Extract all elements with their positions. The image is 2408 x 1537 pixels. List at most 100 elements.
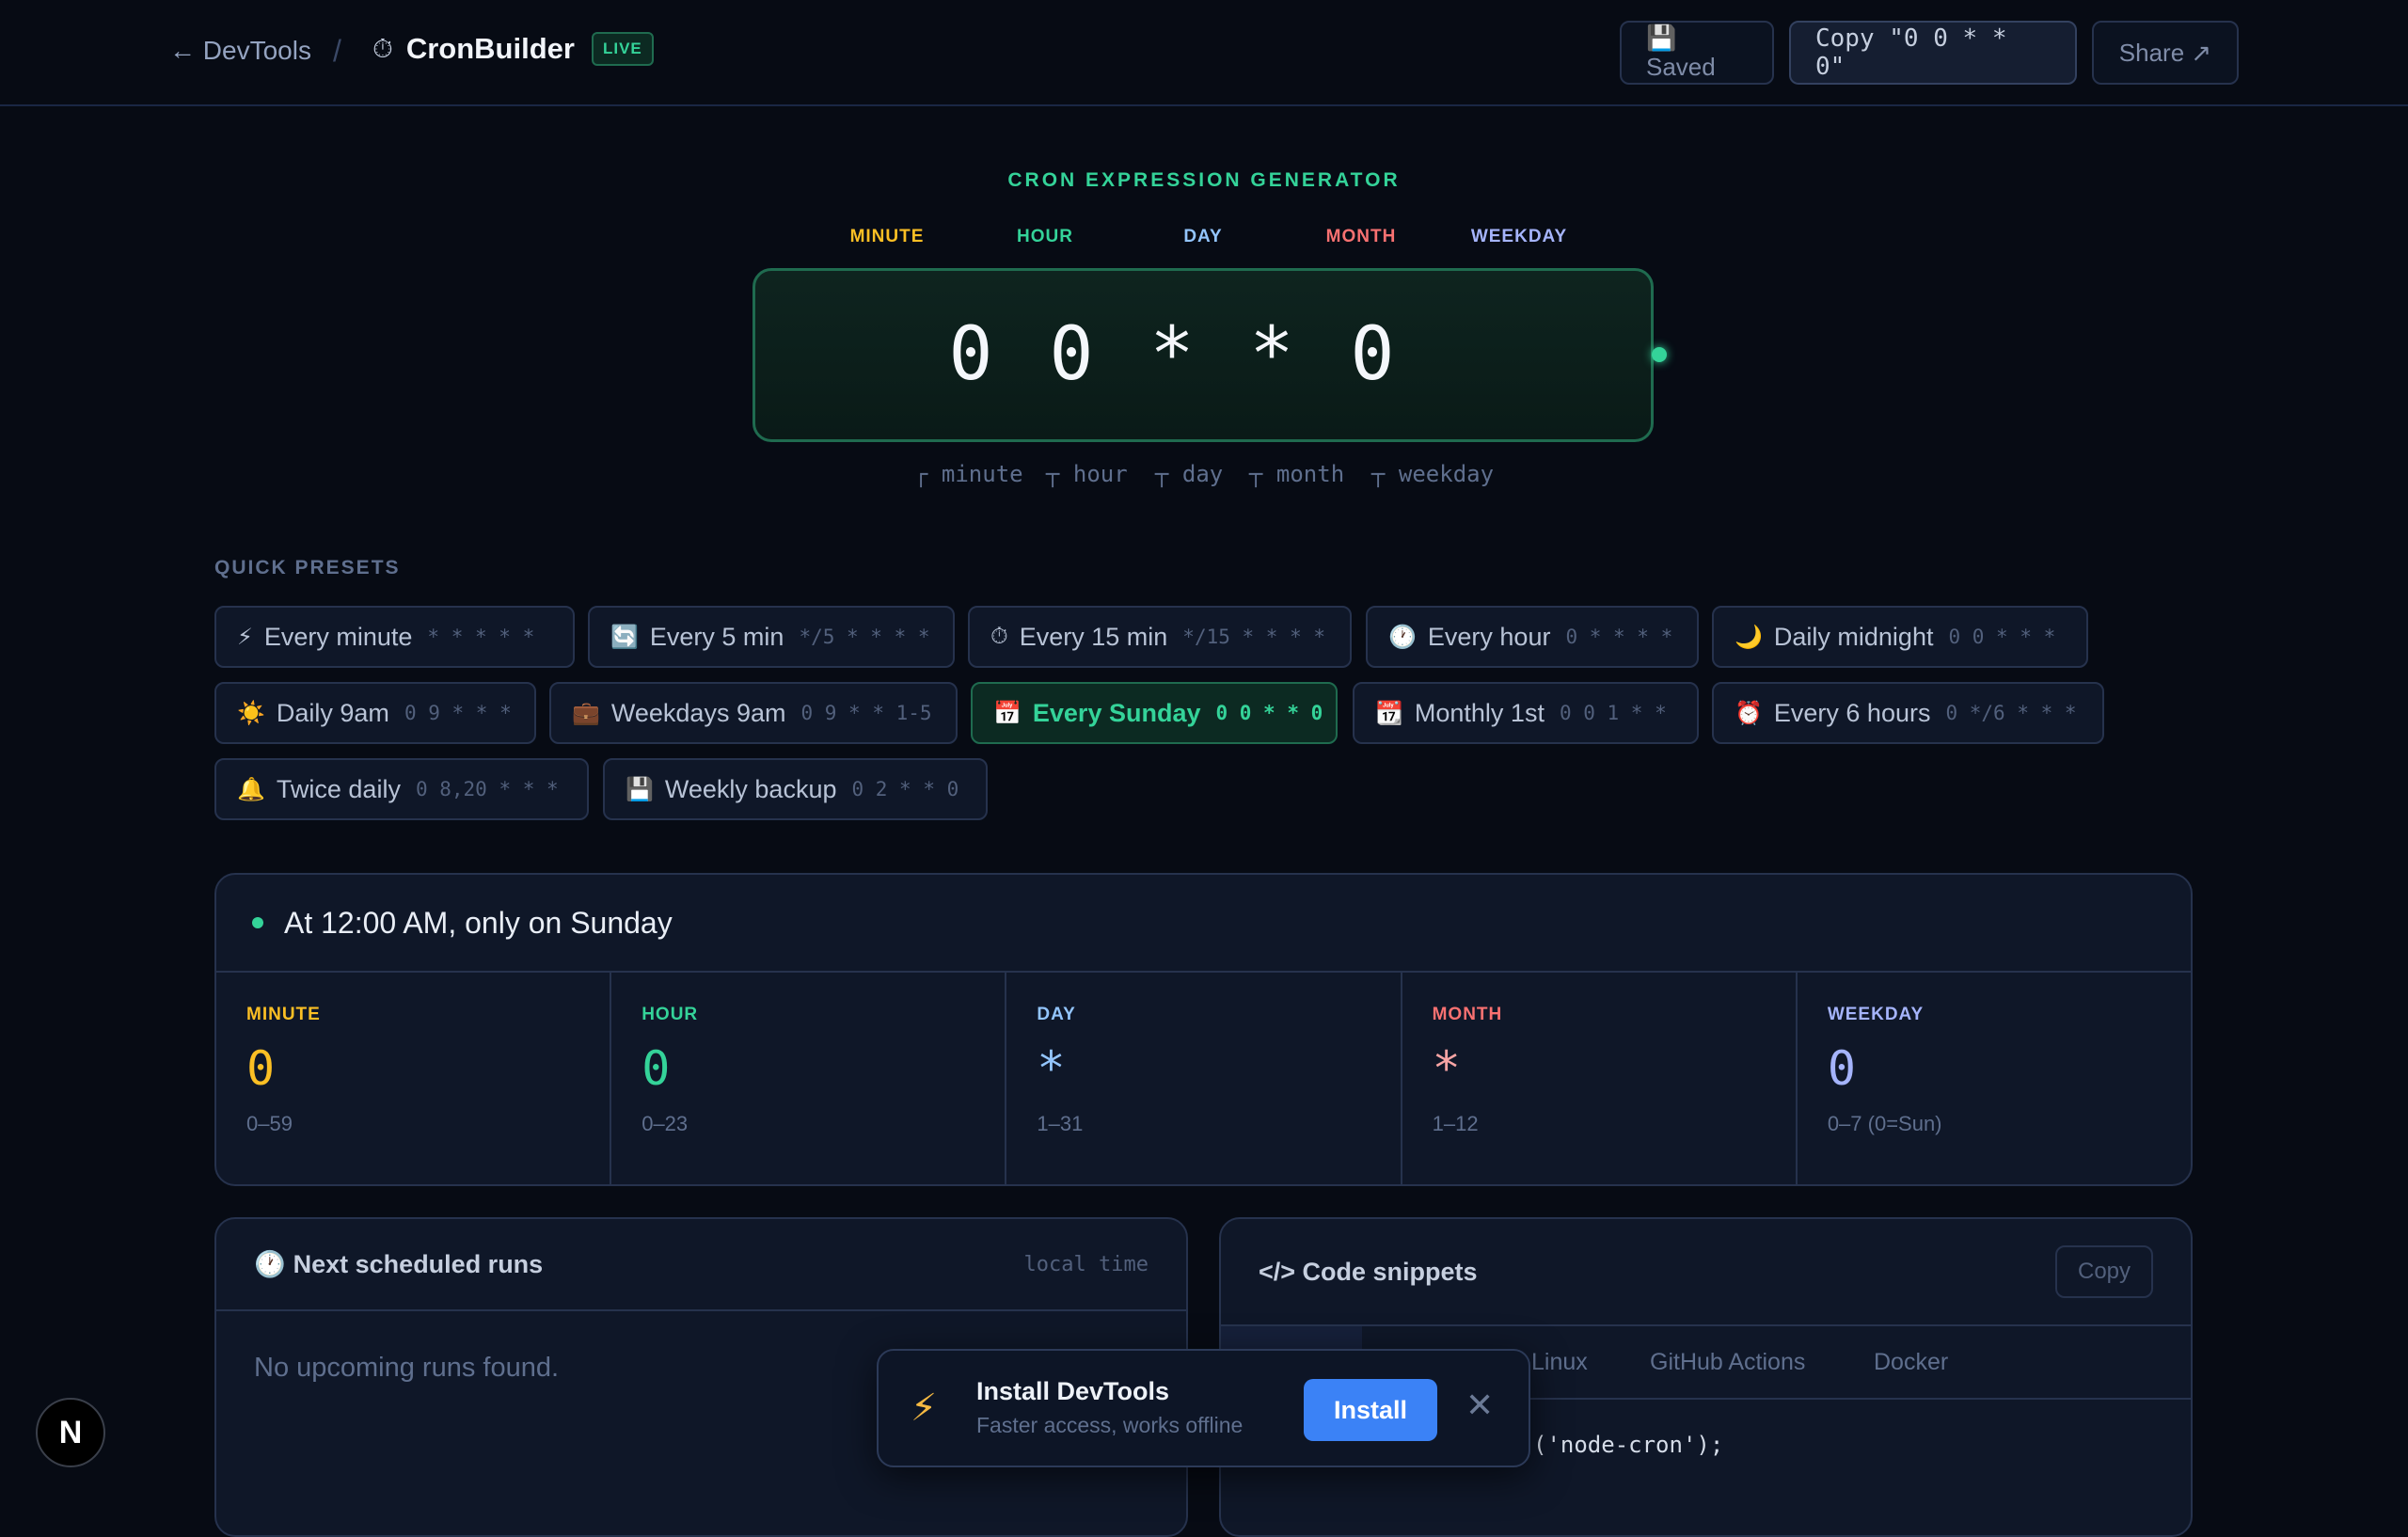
preset-label: Every 5 min — [649, 622, 784, 651]
code-snippets-header: </> Code snippets Copy — [1221, 1219, 2191, 1326]
expr-token-day[interactable]: * — [1134, 312, 1210, 397]
preset-daily-9am[interactable]: ☀️ Daily 9am 0 9 * * * — [214, 682, 536, 744]
bell-icon: 🔔 — [237, 776, 265, 802]
expr-token-month[interactable]: * — [1234, 312, 1309, 397]
field-range: 0–7 (0=Sun) — [1827, 1112, 1942, 1135]
top-actions: 💾 Saved Copy "0 0 * * 0" Share ↗ — [1620, 21, 2239, 85]
expr-token-hour[interactable]: 0 — [1034, 312, 1109, 397]
preset-label: Every minute — [263, 622, 413, 651]
field-value: * — [1432, 1041, 1461, 1096]
preset-expression: 0 * * * * — [1565, 626, 1673, 648]
preset-every-6-hours[interactable]: ⏰ Every 6 hours 0 */6 * * * — [1712, 682, 2104, 744]
calendar-icon: 📅 — [993, 700, 1022, 726]
next-runs-title: 🕐 Next scheduled runs — [254, 1249, 543, 1279]
lightning-icon: ⚡ — [911, 1387, 938, 1429]
preset-weekdays-9am[interactable]: 💼 Weekdays 9am 0 9 * * 1-5 — [549, 682, 958, 744]
quick-presets-label: QUICK PRESETS — [214, 557, 401, 578]
field-range: 0–23 — [642, 1112, 689, 1135]
expr-token-minute[interactable]: 0 — [933, 312, 1008, 397]
briefcase-icon: 💼 — [572, 700, 600, 726]
preset-every-5-min[interactable]: 🔄 Every 5 min */5 * * * * — [588, 606, 955, 668]
preset-label: Daily midnight — [1773, 622, 1934, 651]
preset-label: Daily 9am — [276, 698, 389, 727]
field-range: 1–31 — [1037, 1112, 1084, 1135]
breadcrumb-separator: / — [333, 34, 341, 68]
preset-twice-daily[interactable]: 🔔 Twice daily 0 8,20 * * * — [214, 758, 589, 820]
preset-label: Weekdays 9am — [610, 698, 786, 727]
preset-label: Weekly backup — [664, 774, 837, 803]
stopwatch-icon: ⏱ — [990, 624, 1008, 649]
preset-expression: 0 2 * * 0 — [851, 778, 959, 800]
install-prompt: ⚡ Install DevTools Faster access, works … — [877, 1349, 1530, 1467]
preset-every-minute[interactable]: ⚡ Every minute * * * * * — [214, 606, 575, 668]
field-label: MONTH — [1432, 1005, 1503, 1024]
field-value: * — [1037, 1041, 1066, 1096]
hint-month: ┬ month — [1249, 461, 1345, 487]
preset-expression: 0 9 * * 1-5 — [800, 702, 932, 724]
preset-expression: 0 9 * * * — [404, 702, 512, 724]
field-value: 0 — [642, 1041, 671, 1096]
code-snippets-title: </> Code snippets — [1259, 1257, 1478, 1286]
install-button[interactable]: Install — [1304, 1379, 1437, 1441]
preset-daily-midnight[interactable]: 🌙 Daily midnight 0 0 * * * — [1712, 606, 2088, 668]
refresh-icon: 🔄 — [610, 624, 639, 650]
copy-expression-button[interactable]: Copy "0 0 * * 0" — [1789, 21, 2077, 85]
install-subtitle: Faster access, works offline — [976, 1413, 1244, 1437]
app-title: ⏱ CronBuilder LIVE — [372, 32, 654, 66]
tab-github-actions[interactable]: GitHub Actions — [1650, 1349, 1805, 1376]
preset-weekly-backup[interactable]: 💾 Weekly backup 0 2 * * 0 — [603, 758, 988, 820]
preset-expression: 0 */6 * * * — [1945, 702, 2077, 724]
preset-monthly-1st[interactable]: 📆 Monthly 1st 0 0 1 * * — [1353, 682, 1699, 744]
share-button[interactable]: Share ↗ — [2092, 21, 2239, 85]
preset-every-hour[interactable]: 🕐 Every hour 0 * * * * — [1366, 606, 1699, 668]
tab-docker[interactable]: Docker — [1874, 1349, 1948, 1376]
field-label: WEEKDAY — [1827, 1005, 1925, 1024]
sun-icon: ☀️ — [237, 700, 265, 726]
preset-every-sunday[interactable]: 📅 Every Sunday 0 0 * * 0 — [971, 682, 1338, 744]
generator-label: CRON EXPRESSION GENERATOR — [1007, 169, 1401, 191]
preset-expression: 0 0 1 * * — [1559, 702, 1667, 724]
back-to-devtools-link[interactable]: ← DevTools — [169, 36, 311, 66]
field-breakdown: MINUTE 0 0–59 HOUR 0 0–23 DAY * 1–31 MON… — [216, 973, 2191, 1184]
close-icon[interactable]: ✕ — [1465, 1386, 1494, 1424]
preset-expression: */15 * * * * — [1182, 626, 1326, 648]
copy-snippet-button[interactable]: Copy — [2055, 1245, 2153, 1298]
alarm-clock-icon: ⏰ — [1735, 700, 1763, 726]
clock-icon: 🕐 — [1388, 624, 1417, 650]
live-badge: LIVE — [591, 32, 654, 66]
field-label-month: MONTH — [1325, 227, 1397, 246]
hint-day: ┬ day — [1155, 461, 1224, 487]
back-link-label[interactable]: ← DevTools — [169, 36, 311, 66]
preset-label: Monthly 1st — [1414, 698, 1545, 727]
field-cell-day: DAY * 1–31 — [1006, 973, 1402, 1184]
preset-expression: 0 8,20 * * * — [415, 778, 559, 800]
moon-icon: 🌙 — [1735, 624, 1763, 650]
field-value: 0 — [246, 1041, 276, 1096]
field-cell-weekday: WEEKDAY 0 0–7 (0=Sun) — [1798, 973, 2191, 1184]
app-name: CronBuilder — [405, 32, 575, 65]
preset-expression: 0 0 * * * — [1948, 626, 2056, 648]
preset-label: Every Sunday — [1032, 698, 1201, 727]
field-label-weekday: WEEKDAY — [1470, 227, 1568, 246]
next-runs-title-text: Next scheduled runs — [293, 1249, 544, 1278]
field-label-hour: HOUR — [1017, 227, 1073, 246]
saved-button[interactable]: 💾 Saved — [1620, 21, 1774, 85]
expr-token-weekday[interactable]: 0 — [1335, 312, 1410, 397]
stopwatch-icon: ⏱ — [372, 33, 393, 63]
preset-label: Every 15 min — [1019, 622, 1168, 651]
next-runs-header: 🕐 Next scheduled runs local time — [216, 1219, 1186, 1311]
field-label: HOUR — [642, 1005, 699, 1024]
floppy-disk-icon: 💾 — [626, 776, 654, 802]
code-line: ('node-cron'); — [1533, 1432, 1724, 1458]
no-runs-message: No upcoming runs found. — [254, 1353, 560, 1383]
top-bar: ← DevTools / ⏱ CronBuilder LIVE 💾 Saved … — [0, 0, 2408, 106]
install-title: Install DevTools — [976, 1377, 1170, 1405]
nextjs-dev-badge[interactable]: N — [36, 1398, 105, 1467]
field-cell-hour: HOUR 0 0–23 — [611, 973, 1007, 1184]
cron-expression-display[interactable]: 0 0 * * 0 — [752, 268, 1654, 442]
preset-expression: */5 * * * * — [799, 626, 930, 648]
tab-linux[interactable]: Linux — [1531, 1349, 1588, 1376]
status-dot — [252, 917, 263, 928]
preset-every-15-min[interactable]: ⏱ Every 15 min */15 * * * * — [968, 606, 1352, 668]
field-label-day: DAY — [1183, 227, 1223, 246]
